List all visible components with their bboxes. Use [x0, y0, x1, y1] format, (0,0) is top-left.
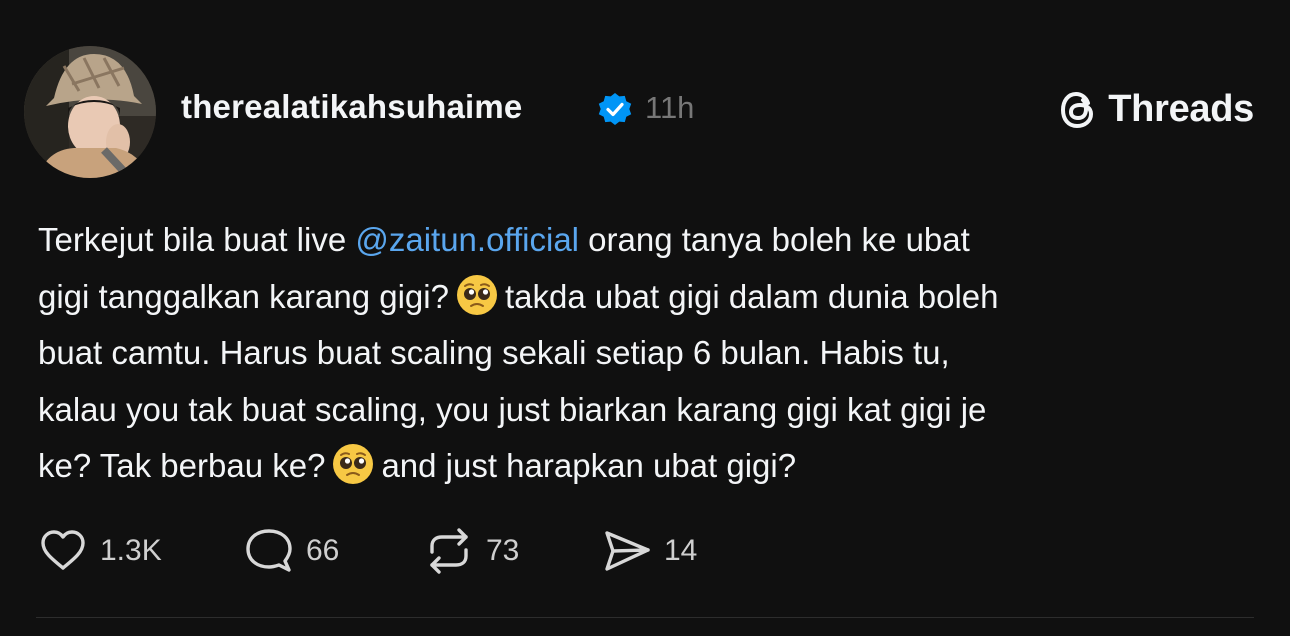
verified-badge-icon: [598, 93, 632, 125]
post-line-2: gigi tanggalkan karang gigi? takda ubat …: [38, 269, 1258, 326]
like-button[interactable]: 1.3K: [38, 526, 162, 576]
repost-icon: [430, 528, 468, 574]
post-text-segment: and just harapkan ubat gigi?: [381, 447, 797, 484]
post-line-5: ke? Tak berbau ke? and just harapkan uba…: [38, 438, 1258, 495]
send-icon: [605, 531, 650, 571]
avatar-photo: [24, 46, 156, 178]
threads-brand-name: Threads: [1108, 88, 1254, 130]
post-actions: 1.3K 66 73 14: [38, 526, 938, 576]
post-text-segment: ke? Tak berbau ke?: [38, 447, 326, 484]
post-text-segment: Terkejut bila buat live: [38, 221, 356, 258]
threads-brand: Threads: [1058, 88, 1254, 131]
repost-count: 73: [486, 534, 520, 567]
threads-logo-icon: [1061, 91, 1094, 128]
pleading-face-icon: [333, 444, 374, 484]
pleading-face-icon: [456, 274, 497, 315]
post-line-4: kalau you tak buat scaling, you just bia…: [38, 390, 987, 428]
reply-button[interactable]: 66: [244, 526, 339, 576]
post-line-1: Terkejut bila buat live @zaitun.official…: [38, 212, 1258, 269]
post-timestamp: 11h: [645, 90, 695, 125]
post-text-segment: orang tanya boleh ke ubat: [579, 221, 970, 258]
post-text-segment: takda ubat gigi dalam dunia boleh: [504, 277, 999, 315]
author-username[interactable]: therealatikahsuhaime: [181, 88, 522, 126]
post-line-3: buat camtu. Harus buat scaling sekali se…: [38, 334, 950, 371]
threads-post: therealatikahsuhaime 11h Threads Terkeju…: [0, 0, 1290, 636]
comment-icon: [246, 529, 292, 572]
repost-button[interactable]: 73: [424, 526, 519, 576]
author-avatar[interactable]: [24, 46, 156, 178]
reply-count: 66: [306, 534, 340, 567]
post-divider: [36, 617, 1254, 618]
post-body: Terkejut bila buat live @zaitun.official…: [38, 212, 1258, 495]
post-text-segment: gigi tanggalkan karang gigi?: [38, 277, 449, 315]
share-count: 14: [664, 534, 698, 567]
mention-link[interactable]: @zaitun.official: [355, 221, 579, 258]
heart-icon: [41, 530, 85, 570]
share-button[interactable]: 14: [602, 526, 697, 576]
like-count: 1.3K: [100, 534, 162, 567]
